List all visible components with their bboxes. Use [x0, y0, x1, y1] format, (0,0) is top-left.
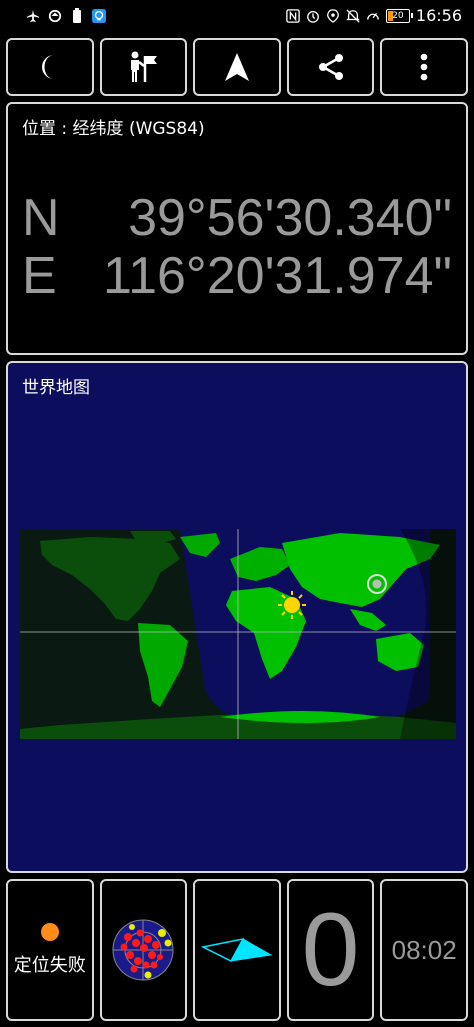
- clock-button[interactable]: 08:02: [380, 879, 468, 1021]
- satellite-count-button[interactable]: 0: [286, 879, 375, 1021]
- battery-saver-icon: [73, 8, 81, 23]
- mute-icon: [346, 8, 360, 23]
- battery-level: 20: [392, 10, 404, 21]
- world-map[interactable]: [20, 529, 456, 739]
- latitude-value: 39°56'30.340": [128, 189, 452, 247]
- bottom-bar: 定位失败 0 08:02: [6, 879, 468, 1021]
- map-title: 世界地图: [22, 378, 90, 398]
- compass-button[interactable]: [193, 879, 281, 1021]
- longitude-value: 116°20'31.974": [103, 247, 452, 305]
- latitude-hemisphere: N: [22, 189, 60, 247]
- location-icon: [326, 8, 339, 23]
- toolbar: [6, 38, 468, 96]
- more-button[interactable]: [380, 38, 468, 96]
- nfc-icon: [286, 8, 300, 23]
- navigate-button[interactable]: [193, 38, 281, 96]
- position-panel[interactable]: 位置 : 经纬度 (WGS84) N 39°56'30.340" E 116°2…: [6, 102, 468, 355]
- sync-icon: [48, 9, 62, 23]
- fix-status-dot: [40, 923, 59, 941]
- fix-status-button[interactable]: 定位失败: [6, 879, 94, 1021]
- bulb-icon: [92, 9, 106, 23]
- satellite-count: 0: [301, 892, 360, 1008]
- satellite-radar-button[interactable]: [99, 879, 188, 1021]
- person-flag-icon: [131, 51, 158, 82]
- night-mode-button[interactable]: [6, 38, 94, 96]
- longitude-hemisphere: E: [22, 247, 57, 305]
- navigation-arrow-icon: [224, 53, 249, 81]
- world-map-panel[interactable]: 世界地图: [6, 361, 468, 873]
- share-icon: [318, 54, 343, 80]
- share-button[interactable]: [286, 38, 375, 96]
- waypoint-button[interactable]: [99, 38, 188, 96]
- battery-icon: 20: [385, 8, 413, 23]
- status-time: 16:56: [415, 6, 462, 25]
- fix-status-label: 定位失败: [13, 955, 86, 976]
- speed-icon: [366, 12, 379, 20]
- status-bar: 20 16:56: [0, 0, 474, 34]
- clock-time: 08:02: [391, 934, 457, 965]
- more-vertical-icon: [420, 53, 428, 81]
- compass-needle-icon: [200, 937, 273, 962]
- airplane-icon: [26, 9, 40, 23]
- latitude-row: N 39°56'30.340": [22, 188, 452, 248]
- moon-icon: [41, 55, 54, 79]
- alarm-icon: [306, 10, 319, 23]
- satellite-radar-icon: [112, 919, 174, 981]
- longitude-row: E 116°20'31.974": [22, 246, 452, 306]
- position-title: 位置 : 经纬度 (WGS84): [22, 119, 205, 139]
